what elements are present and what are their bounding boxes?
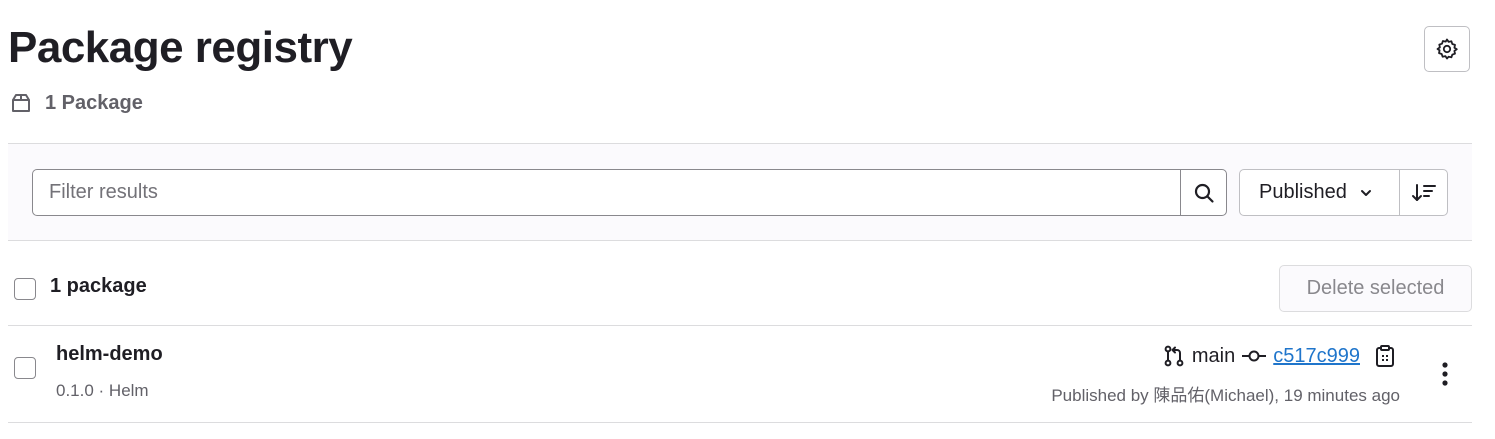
package-registry-page: Package registry 1 Package Filter result…	[0, 0, 1495, 439]
select-all-checkbox[interactable]	[14, 278, 36, 300]
branch-name: main	[1191, 344, 1236, 367]
commit-icon	[1241, 348, 1267, 364]
sort-direction-button[interactable]	[1399, 169, 1448, 216]
package-count: 1 Package	[9, 90, 143, 116]
more-actions-button[interactable]	[1430, 354, 1460, 394]
list-header-label: 1 package	[50, 275, 147, 297]
settings-button[interactable]	[1424, 26, 1470, 72]
list-item: helm-demo 0.1.0 · Helm main c517c999 Pub…	[8, 326, 1472, 423]
filter-bar: Published	[8, 143, 1472, 241]
copy-to-clipboard-icon[interactable]	[1374, 344, 1396, 368]
page-title: Package registry	[8, 23, 353, 72]
published-info: Published by 陳品佑(Michael), 19 minutes ag…	[1051, 386, 1400, 405]
ellipsis-v-icon	[1441, 361, 1449, 387]
search-button[interactable]	[1180, 169, 1227, 216]
package-name-link[interactable]: helm-demo	[56, 343, 163, 366]
sort-dropdown[interactable]: Published	[1239, 169, 1400, 216]
package-checkbox[interactable]	[14, 357, 36, 379]
package-count-label: 1 Package	[45, 91, 143, 114]
sort-lowest-icon	[1411, 182, 1437, 204]
merge-request-icon	[1162, 344, 1186, 368]
list-header: 1 package Delete selected	[8, 241, 1472, 326]
package-meta: 0.1.0 · Helm	[56, 381, 149, 400]
delete-selected-button[interactable]: Delete selected	[1279, 265, 1472, 312]
search-icon	[1193, 182, 1215, 204]
chevron-down-icon	[1359, 188, 1373, 198]
sort-dropdown-label: Published	[1259, 181, 1347, 203]
filter-input[interactable]	[32, 169, 1181, 216]
commit-link[interactable]: c517c999	[1273, 345, 1360, 368]
package-ref: main c517c999	[1162, 341, 1396, 371]
gear-icon	[1435, 37, 1459, 61]
package-icon	[9, 92, 33, 114]
